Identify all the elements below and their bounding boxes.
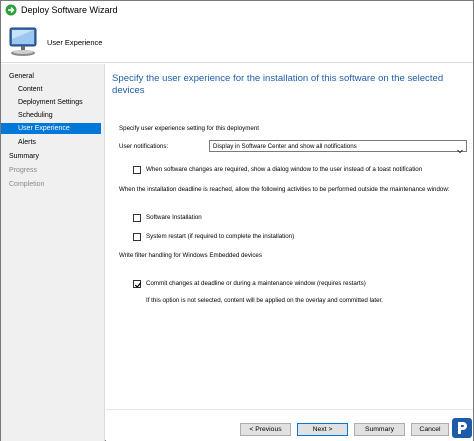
commit-note: If this option is not selected, content … (146, 297, 383, 304)
deadline-label: When the installation deadline is reache… (119, 186, 450, 193)
cancel-button[interactable]: Cancel (411, 423, 449, 436)
title-bar: Deploy Software Wizard (1, 1, 473, 19)
system-restart-checkbox[interactable] (133, 233, 141, 241)
nav-item-content[interactable]: Content (1, 84, 101, 95)
commit-changes-checkbox[interactable] (133, 280, 142, 288)
wizard-nav: General Content Deployment Settings Sche… (1, 64, 105, 441)
computer-icon (7, 25, 41, 57)
nav-item-progress: Progress (9, 167, 38, 174)
user-notifications-value: Display in Software Center and show all … (213, 142, 357, 150)
write-filter-label: Write filter handling for Windows Embedd… (119, 252, 262, 259)
wizard-header: User Experience (1, 19, 473, 63)
software-installation-checkbox[interactable] (133, 214, 141, 222)
checkmark-icon (134, 282, 142, 288)
nav-item-general[interactable]: General (1, 71, 101, 82)
wizard-window: Deploy Software Wizard User Experience G… (0, 0, 474, 441)
user-notifications-select[interactable]: Display in Software Center and show all … (209, 140, 467, 154)
window-title: Deploy Software Wizard (21, 5, 118, 15)
wizard-content: Specify the user experience for the inst… (106, 64, 473, 441)
nav-item-user-experience[interactable]: User Experience (1, 123, 101, 134)
software-installation-label: Software Installation (146, 214, 202, 221)
page-heading: Specify the user experience for the inst… (112, 73, 444, 96)
system-restart-label: System restart (if required to complete … (146, 233, 295, 240)
nav-item-completion: Completion (9, 181, 45, 188)
next-button[interactable]: Next > (297, 423, 348, 436)
dialog-window-checkbox-label: When software changes are required, show… (146, 166, 423, 173)
summary-button[interactable]: Summary (354, 423, 405, 436)
nav-item-alerts[interactable]: Alerts (1, 137, 101, 148)
commit-changes-label: Commit changes at deadline or during a m… (146, 280, 366, 287)
section-label: Specify user experience setting for this… (119, 125, 259, 132)
header-page-name: User Experience (47, 38, 103, 47)
logo-icon (452, 418, 472, 438)
footer-separator (106, 409, 473, 410)
user-notifications-label: User notifications: (119, 143, 169, 150)
nav-item-deployment-settings[interactable]: Deployment Settings (1, 97, 101, 108)
previous-button[interactable]: < Previous (240, 423, 291, 436)
chevron-down-icon[interactable] (456, 142, 464, 154)
green-arrow-icon (5, 4, 17, 16)
nav-item-scheduling[interactable]: Scheduling (1, 110, 101, 121)
nav-item-summary[interactable]: Summary (1, 151, 101, 162)
dialog-window-checkbox[interactable] (133, 166, 141, 174)
